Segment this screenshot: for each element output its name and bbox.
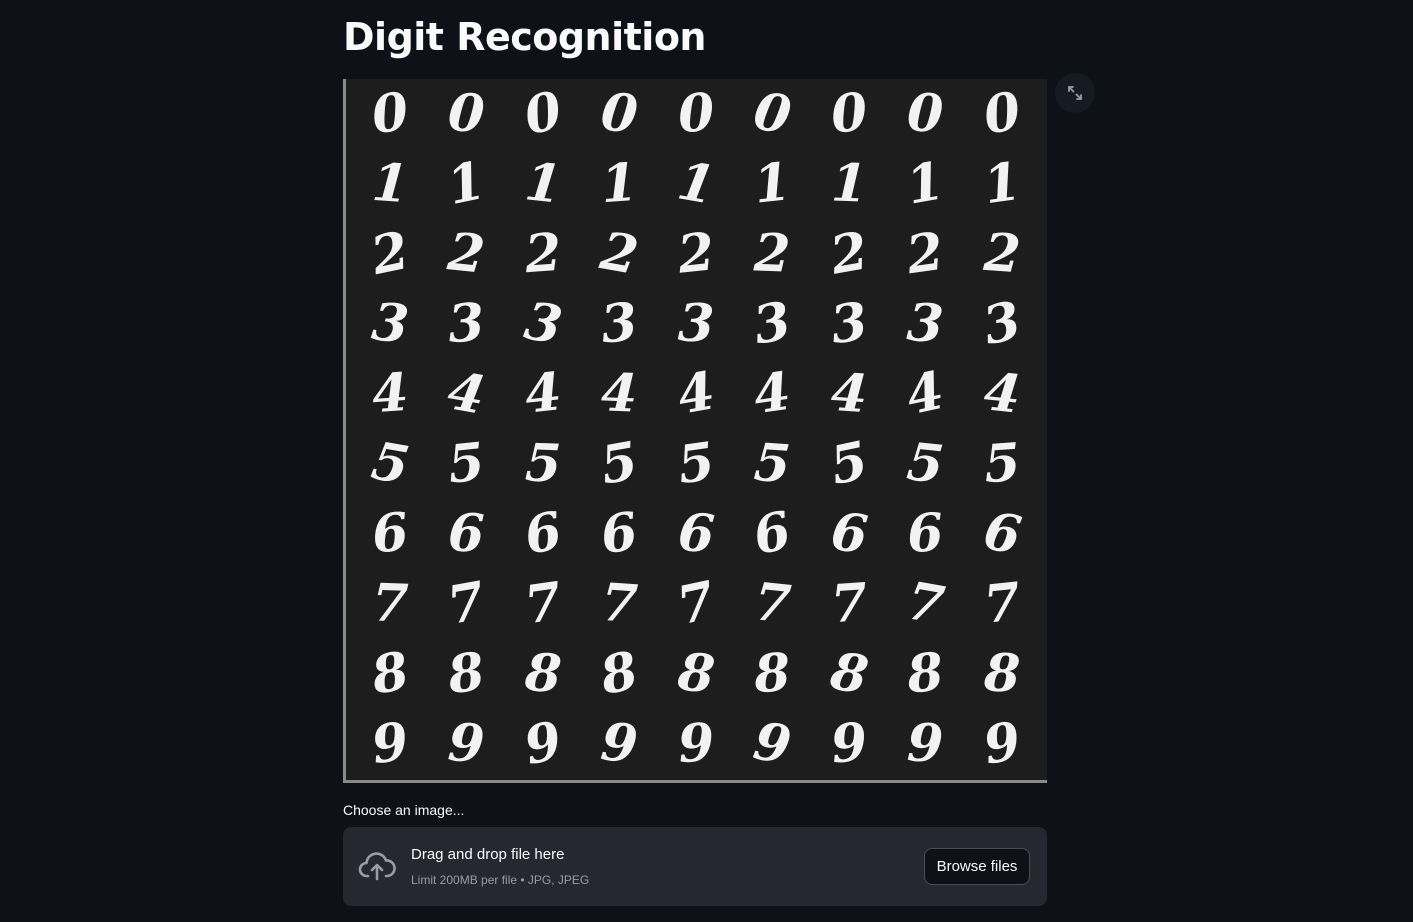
digit-cell: 8 <box>522 641 564 706</box>
digit-cell: 3 <box>520 290 567 357</box>
digit-cell: 6 <box>368 501 412 566</box>
digit-cell: 6 <box>905 501 946 566</box>
cloud-upload-icon <box>358 852 396 881</box>
digit-cell: 8 <box>444 640 489 707</box>
digit-cell: 0 <box>906 82 945 145</box>
digit-cell: 2 <box>825 220 872 287</box>
digit-cell: 1 <box>521 151 565 216</box>
digit-cell: 7 <box>671 569 720 638</box>
dropzone-limit-text: Limit 200MB per file • JPG, JPEG <box>411 873 590 887</box>
digit-cell: 9 <box>906 712 945 775</box>
digit-cell: 5 <box>445 431 488 496</box>
digit-cell: 3 <box>676 292 716 355</box>
digit-cell: 2 <box>753 222 792 285</box>
digit-cell: 5 <box>904 431 947 496</box>
file-dropzone[interactable]: Drag and drop file here Limit 200MB per … <box>343 827 1047 906</box>
digit-cell: 1 <box>599 151 640 216</box>
digit-cell: 5 <box>824 429 873 498</box>
digit-cell: 4 <box>370 361 411 426</box>
browse-files-button[interactable]: Browse files <box>924 848 1030 885</box>
digit-cell: 0 <box>446 81 487 146</box>
digit-cell: 3 <box>826 290 871 357</box>
digit-cell: 4 <box>600 362 639 425</box>
digit-cell: 9 <box>518 709 568 778</box>
digit-cell: 5 <box>523 432 563 495</box>
digit-cell: 5 <box>981 431 1022 496</box>
digit-cell: 8 <box>752 641 793 706</box>
digit-cell: 1 <box>979 150 1024 217</box>
expand-arrows-icon <box>1068 86 1082 100</box>
digit-cell: 9 <box>675 711 717 776</box>
digit-cell: 3 <box>369 291 412 356</box>
digit-cell: 7 <box>751 571 794 636</box>
digit-cell: 6 <box>447 502 486 565</box>
digit-cell: 8 <box>595 639 644 708</box>
digit-cell: 3 <box>749 290 796 357</box>
digit-cell: 7 <box>828 571 870 636</box>
uploader-label: Choose an image... <box>343 802 465 818</box>
digit-cell: 9 <box>367 710 413 777</box>
digit-cell: 6 <box>675 501 717 566</box>
digit-cell: 9 <box>978 710 1025 777</box>
digit-cell: 1 <box>902 150 949 217</box>
digit-cell: 4 <box>828 361 870 426</box>
digits-image: 0000000001111111112222222223333333334444… <box>343 79 1047 783</box>
digit-cell: 5 <box>752 431 793 496</box>
digit-cell: 7 <box>902 570 949 637</box>
digit-cell: 2 <box>445 221 488 286</box>
digit-cell: 5 <box>596 430 643 497</box>
digit-cell: 0 <box>598 81 641 146</box>
digit-cell: 7 <box>443 570 490 637</box>
digit-cell: 6 <box>978 500 1025 567</box>
digit-cell: 2 <box>366 219 415 288</box>
digit-cell: 7 <box>520 570 566 637</box>
digit-cell: 6 <box>827 501 871 566</box>
digit-cell: 9 <box>827 711 871 776</box>
page-title: Digit Recognition <box>343 15 706 59</box>
digit-cell: 1 <box>370 151 411 216</box>
digit-cell: 8 <box>674 641 718 706</box>
digit-cell: 5 <box>673 430 719 497</box>
digit-cell: 7 <box>371 572 410 635</box>
dropzone-title: Drag and drop file here <box>411 846 565 863</box>
digit-cell: 2 <box>903 220 948 287</box>
digit-cell: 1 <box>751 151 794 216</box>
digit-cell: 2 <box>522 221 564 286</box>
digit-cell: 8 <box>904 641 947 706</box>
digit-cell: 3 <box>446 291 487 356</box>
digit-grid: 0000000001111111112222222223333333334444… <box>352 79 1040 779</box>
digit-cell: 6 <box>748 499 797 568</box>
digit-cell: 2 <box>674 221 718 286</box>
digit-cell: 8 <box>367 640 414 707</box>
digit-cell: 8 <box>825 640 873 707</box>
digit-cell: 3 <box>905 291 946 356</box>
digit-cell: 4 <box>901 359 950 428</box>
digit-cell: 1 <box>829 152 869 215</box>
digit-cell: 7 <box>980 571 1023 636</box>
digit-cell: 4 <box>672 360 720 427</box>
digit-cell: 5 <box>367 430 414 497</box>
digit-cell: 1 <box>442 149 491 218</box>
digit-cell: 9 <box>749 710 796 777</box>
digit-cell: 8 <box>982 642 1021 705</box>
digit-cell: 1 <box>672 150 720 217</box>
digit-cell: 4 <box>980 361 1024 426</box>
digit-cell: 0 <box>675 81 717 146</box>
digit-cell: 0 <box>827 81 871 146</box>
digit-cell: 6 <box>597 500 642 567</box>
fullscreen-button[interactable] <box>1055 73 1095 113</box>
digit-cell: 3 <box>598 291 641 356</box>
digit-cell: 6 <box>519 500 567 567</box>
digit-cell: 2 <box>981 221 1022 286</box>
digit-cell: 7 <box>599 571 640 636</box>
digit-cell: 3 <box>977 289 1026 358</box>
digit-cell: 4 <box>443 360 490 427</box>
digit-cell: 2 <box>596 220 643 287</box>
digit-cell: 0 <box>749 80 796 147</box>
digit-cell: 0 <box>367 80 413 147</box>
digit-cell: 9 <box>446 711 487 776</box>
digit-cell: 4 <box>521 361 565 426</box>
digit-cell: 4 <box>750 360 795 427</box>
digit-cell: 9 <box>598 711 641 776</box>
